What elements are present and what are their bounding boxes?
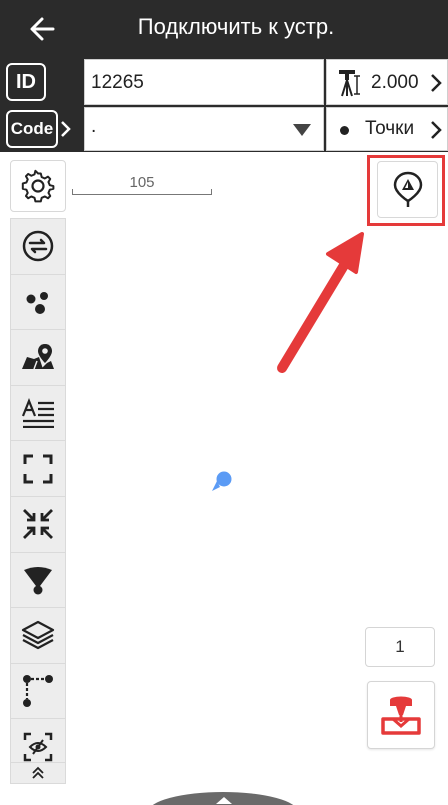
point-id-field[interactable]: 12265 [84,59,324,105]
full-extent-button[interactable] [11,441,65,497]
current-location-marker [212,471,232,491]
collapse-up-icon [32,766,44,779]
polyline-button[interactable] [11,664,65,720]
hide-icon [23,732,53,762]
points-button[interactable] [11,275,65,331]
chevron-right-icon [61,121,71,137]
id-badge: ID [6,63,46,101]
top-bar: Подключить к устр. [0,0,448,58]
signal-cone-icon [24,566,52,595]
pole-height-icon [339,70,360,97]
point-count-badge[interactable]: 1 [365,627,435,667]
map-pin-icon [22,344,54,370]
text-lines-icon [21,398,54,429]
switch-button[interactable] [11,219,65,275]
antenna-height-button[interactable]: 2.000 [326,59,448,105]
antenna-height-value: 2.000 [371,72,419,93]
measure-point-button[interactable] [367,681,435,749]
screen: Подключить к устр. ID 12265 2.000 Code .… [0,0,448,805]
shrink-icon [23,509,53,540]
chevron-right-icon [431,121,442,139]
dropdown-triangle-icon[interactable] [292,123,312,137]
map-tools [10,218,66,776]
labels-button[interactable] [11,386,65,442]
chevron-right-icon [431,74,442,92]
points-type-button[interactable]: Точки [326,107,448,151]
signal-button[interactable] [11,553,65,609]
shrink-button[interactable] [11,497,65,553]
settings-icon [21,169,55,203]
survey-point-icon [381,696,421,735]
scale-line [72,189,212,195]
swap-icon [22,231,54,262]
collapse-toolbar-button[interactable] [10,762,66,784]
full-extent-icon [23,454,53,484]
points-label: Точки [365,118,415,139]
chevron-up-icon [216,797,232,804]
point-dot-icon [340,126,349,135]
gps-locate-icon [393,171,422,207]
map-scale-bar: 105 [72,174,212,195]
code-field[interactable]: . [84,107,324,151]
pointer-arrow [277,232,364,373]
locate-button[interactable] [377,161,438,218]
layers-icon [21,621,55,650]
settings-button[interactable] [10,160,66,212]
page-title: Подключить к устр. [137,14,335,39]
points-cluster-icon [26,291,48,314]
map-stakeout-button[interactable] [11,330,65,386]
code-badge[interactable]: Code [6,110,58,148]
polyline-icon [23,675,53,708]
layers-button[interactable] [11,608,65,664]
